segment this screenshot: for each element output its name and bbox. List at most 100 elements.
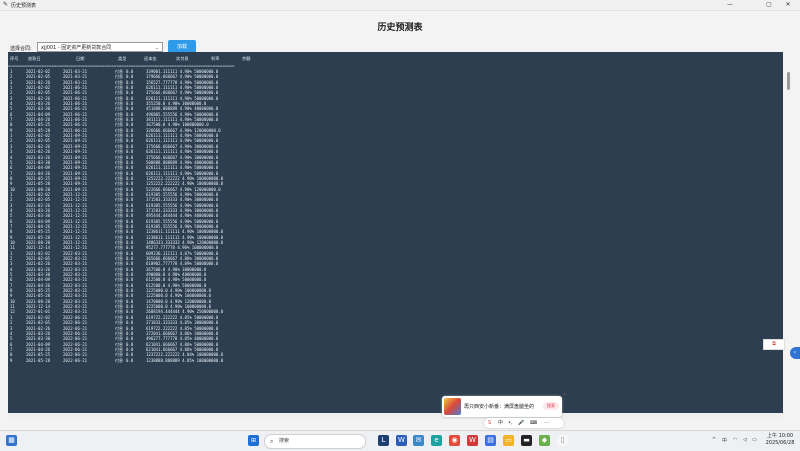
table-cell-part: 381111.111111 — [146, 117, 178, 123]
table-cell-part: 626111.111111 — [146, 165, 178, 171]
tray-overflow-icon[interactable]: ^ — [712, 437, 716, 443]
battery-icon[interactable]: ▭ — [752, 437, 757, 443]
chrome-icon[interactable]: ◉ — [449, 435, 460, 446]
table-cell-part: 100000000.0 — [196, 352, 224, 358]
table-cell-part: 1238888.888889 — [146, 357, 180, 363]
table-cell-part: 4.90% — [179, 143, 192, 149]
table-cell-part: 522666.666667 — [146, 186, 178, 192]
contract-select[interactable]: xjj001 - 固定资产更新贷款合同 ⌄ — [37, 42, 163, 52]
table-cell-part: 4.90% — [177, 245, 190, 251]
table-cell-part: 4.90% — [179, 127, 192, 133]
table-cell-part: 4.87% — [179, 250, 192, 256]
table-cell-part: 4.90% — [167, 101, 180, 107]
notification-search-button[interactable]: 搜索 — [543, 402, 559, 410]
table-cell-part: 50000000.0 — [194, 95, 219, 101]
mail-icon[interactable]: ✉ — [413, 435, 424, 446]
side-expand-tab[interactable]: ‹ — [790, 347, 800, 359]
table-cell-part: 1470000.0 — [146, 298, 168, 304]
table-cell-part: 120000000.0 — [184, 298, 212, 304]
table-cell-part: 50000000.0 — [194, 325, 219, 331]
table-cell-part: 619305.555556 — [146, 218, 178, 224]
table-cell-part: 626111.111111 — [146, 95, 178, 101]
taskbar-clock[interactable]: 上午 10:00 2025/06/28 — [762, 433, 798, 447]
header-type: 类型 — [118, 56, 127, 61]
tray-language[interactable]: 中 — [722, 437, 727, 444]
scrollbar-thumb[interactable] — [787, 72, 790, 90]
table-cell-part: 120000000.0 — [196, 240, 224, 245]
table-cell-part: 1237222.222222 — [146, 352, 180, 358]
table-cell-part: 50000000.0 — [194, 250, 219, 256]
ime-punct[interactable]: •, — [508, 418, 513, 428]
table-cell-part: 50000000.0 — [194, 261, 219, 267]
mic-icon[interactable]: 🎤 — [518, 418, 524, 428]
notification-close-icon[interactable]: ✕ — [563, 392, 567, 398]
table-cell-part: 4.90% — [179, 207, 192, 213]
table-cell-part: 375666.666667 — [146, 154, 178, 160]
close-button[interactable]: ✕ — [777, 0, 799, 10]
volume-icon[interactable]: ◁ — [743, 437, 747, 443]
table-cell-part: 4.90% — [179, 106, 192, 112]
table-cell-part: 50000000.0 — [194, 346, 219, 352]
table-cell-part: 1225000.0 — [146, 293, 168, 299]
taskbar-search[interactable]: ⌕ 搜索 — [264, 434, 366, 449]
keyboard-icon[interactable]: ⌨ — [530, 418, 537, 428]
table-cell-part: 120000000.0 — [194, 186, 221, 192]
minimize-button[interactable]: — — [719, 0, 741, 10]
table-cell-part: 4.90% — [182, 229, 195, 235]
table-cell-part: 1252222.222222 — [146, 175, 180, 181]
side-widget-icon[interactable]: ⧉ — [763, 339, 785, 350]
table-cell: 付息 — [115, 357, 123, 363]
app-green-icon[interactable]: ◆ — [539, 435, 550, 446]
wifi-icon[interactable]: ◠ — [733, 437, 737, 443]
table-cell-part: 4.85% — [179, 320, 192, 326]
more-icon[interactable]: ⋯ — [544, 418, 549, 428]
widgets-icon[interactable]: ▦ — [6, 435, 17, 446]
table-cell-part: 100000000.0 — [184, 304, 212, 310]
table-cell-part: 375666.666667 — [146, 143, 178, 149]
table-cell-part: 30000000.0 — [194, 320, 219, 326]
table-cell-part: 4.90% — [179, 133, 192, 139]
table-cell-part: 50000000.0 — [194, 202, 219, 208]
app-l-icon[interactable]: L — [378, 435, 389, 446]
table-cell-part: 490000.0 — [146, 272, 166, 278]
edge-icon[interactable]: e — [431, 435, 442, 446]
table-cell-part: 626111.111111 — [146, 149, 178, 155]
table-cell-part: 4.90% — [167, 272, 180, 278]
table-cell-part: 621041.666667 — [146, 341, 178, 347]
folder-icon[interactable]: ▭ — [503, 435, 514, 446]
table-cell-part: 4.90% — [170, 298, 183, 304]
table-cell-part: 326666.666667 — [146, 127, 178, 133]
table-cell-part: 1238611.111111 — [146, 229, 180, 235]
table-cell-part: 30000000.0 — [194, 143, 219, 149]
table-cell-part: 365666.666667 — [146, 256, 178, 262]
document-icon[interactable]: ▯ — [557, 435, 568, 446]
table-cell-part: 626111.111111 — [146, 133, 178, 139]
explorer-icon[interactable]: ▤ — [485, 435, 496, 446]
table-cell-part: 4.90% — [182, 175, 195, 181]
terminal-icon[interactable]: ▬ — [521, 435, 532, 446]
horizontal-scrollbar[interactable] — [8, 413, 783, 420]
word-icon[interactable]: W — [396, 435, 407, 446]
table-cell-part: 4.90% — [167, 277, 180, 283]
forecast-output-area[interactable]: 序号 放款日 日期 类型 还本金 实付息 利率 余额 =============… — [8, 52, 783, 413]
table-cell-part: 371583.333333 — [146, 207, 178, 213]
start-icon[interactable]: ⊞ — [248, 435, 259, 446]
table-cell: 1238888.888889 4.85% 100000000.0 — [146, 358, 223, 363]
table-cell-part: 4.90% — [179, 85, 192, 91]
table-cell-part: 4.90% — [170, 293, 183, 299]
ime-mode[interactable]: 中 — [498, 418, 503, 428]
wps-icon[interactable]: W — [467, 435, 478, 446]
table-cell-part: 371583.333333 — [146, 197, 178, 203]
table-cell-part: 4.89% — [179, 261, 192, 267]
vertical-scrollbar[interactable] — [784, 52, 792, 413]
search-icon: ⌕ — [270, 438, 274, 445]
table-cell-part: 179666.666667 — [146, 74, 178, 80]
table-cell-part: 496277.777778 — [146, 336, 178, 342]
ime-toolbar[interactable]: S 中 •, 🎤 ⌨ ⋯ — [484, 418, 564, 428]
table-cell-part: 100000000.0 — [196, 181, 224, 187]
table-cell-part: 40000000.0 — [194, 213, 219, 219]
table-cell-part: 4.90% — [179, 191, 192, 197]
table-header: 序号 放款日 日期 类型 还本金 实付息 利率 余额 — [8, 56, 783, 63]
notification-popup[interactable]: 再只西安小新番：满屏盘腿坐的 搜索 ✕ — [442, 392, 567, 417]
table-cell-part: 4.90% — [167, 266, 180, 272]
